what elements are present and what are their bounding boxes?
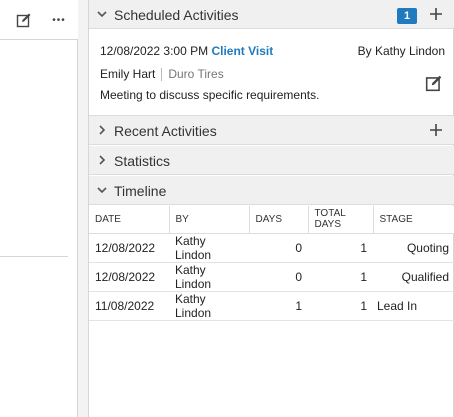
column-header-stage[interactable]: STAGE	[373, 206, 454, 234]
column-header-total-days[interactable]: TOTAL DAYS	[308, 206, 374, 234]
contact-separator	[161, 67, 163, 81]
more-button[interactable]: •••	[48, 10, 70, 30]
cell-by: Kathy Lindon	[169, 233, 249, 263]
chevron-down-icon	[97, 11, 107, 18]
activity-description: Meeting to discuss specific requirements…	[100, 88, 320, 102]
cell-days: 0	[249, 233, 308, 263]
activity-by-name: Kathy Lindon	[374, 44, 445, 58]
cell-stage: Qualified	[373, 262, 454, 292]
activity-contact[interactable]: Emily Hart	[100, 67, 155, 81]
cell-date: 12/08/2022	[89, 233, 169, 263]
cell-stage: Lead In	[373, 291, 454, 321]
chevron-right-icon	[99, 155, 106, 165]
left-toolbar: •••	[0, 0, 78, 40]
add-recent-activity-icon[interactable]	[427, 121, 445, 139]
activity-company[interactable]: Duro Tires	[168, 67, 223, 81]
table-row[interactable]: 11/08/2022 Kathy Lindon 1 1 Lead In	[89, 291, 454, 321]
column-header-by[interactable]: BY	[169, 206, 250, 234]
cell-days: 0	[249, 262, 308, 292]
timeline-title: Timeline	[114, 183, 167, 199]
cell-total-days: 1	[308, 262, 373, 292]
activity-by-label: By	[357, 44, 372, 58]
timeline-table: DATE BY DAYS TOTAL DAYS STAGE 12/08/2022…	[89, 206, 454, 321]
cell-total-days: 1	[308, 233, 373, 263]
add-scheduled-activity-icon[interactable]	[427, 5, 445, 23]
table-row[interactable]: 12/08/2022 Kathy Lindon 0 1 Qualified	[89, 262, 454, 292]
activity-type-link[interactable]: Client Visit	[211, 44, 273, 58]
activity-card[interactable]: 12/08/2022 3:00 PM Client Visit By Kathy…	[89, 30, 454, 116]
activity-count-badge: 1	[397, 8, 417, 24]
chevron-down-icon	[97, 187, 107, 194]
edit-button[interactable]	[13, 10, 35, 30]
scheduled-activities-header[interactable]: Scheduled Activities 1	[89, 0, 454, 29]
statistics-header[interactable]: Statistics	[89, 146, 454, 175]
cell-date: 12/08/2022	[89, 262, 169, 292]
column-header-days[interactable]: DAYS	[249, 206, 309, 234]
cell-stage: Quoting	[373, 233, 454, 263]
cell-date: 11/08/2022	[89, 291, 169, 321]
activity-contact-line: Emily Hart Duro Tires	[100, 67, 224, 81]
chevron-right-icon	[99, 125, 106, 135]
recent-activities-title: Recent Activities	[114, 123, 217, 139]
scheduled-activities-title: Scheduled Activities	[114, 7, 239, 23]
timeline-header[interactable]: Timeline	[89, 176, 454, 205]
right-panel: Scheduled Activities 1 12/08/2022 3:00 P…	[88, 0, 454, 417]
statistics-title: Statistics	[114, 153, 171, 169]
left-divider	[0, 256, 68, 257]
table-row[interactable]: 12/08/2022 Kathy Lindon 0 1 Quoting	[89, 233, 454, 263]
timeline-header-row: DATE BY DAYS TOTAL DAYS STAGE	[89, 206, 454, 234]
recent-activities-header[interactable]: Recent Activities	[89, 116, 454, 145]
column-header-date[interactable]: DATE	[89, 206, 170, 234]
more-icon: •••	[52, 14, 66, 26]
cell-days: 1	[249, 291, 308, 321]
activity-datetime: 12/08/2022 3:00 PM	[100, 44, 209, 58]
cell-by: Kathy Lindon	[169, 291, 249, 321]
left-panel: •••	[0, 0, 78, 417]
edit-activity-icon[interactable]	[425, 74, 443, 92]
activity-datetime-line: 12/08/2022 3:00 PM Client Visit	[100, 44, 273, 58]
cell-total-days: 1	[308, 291, 373, 321]
cell-by: Kathy Lindon	[169, 262, 249, 292]
edit-icon	[16, 13, 31, 28]
activity-owner: By Kathy Lindon	[358, 44, 445, 58]
